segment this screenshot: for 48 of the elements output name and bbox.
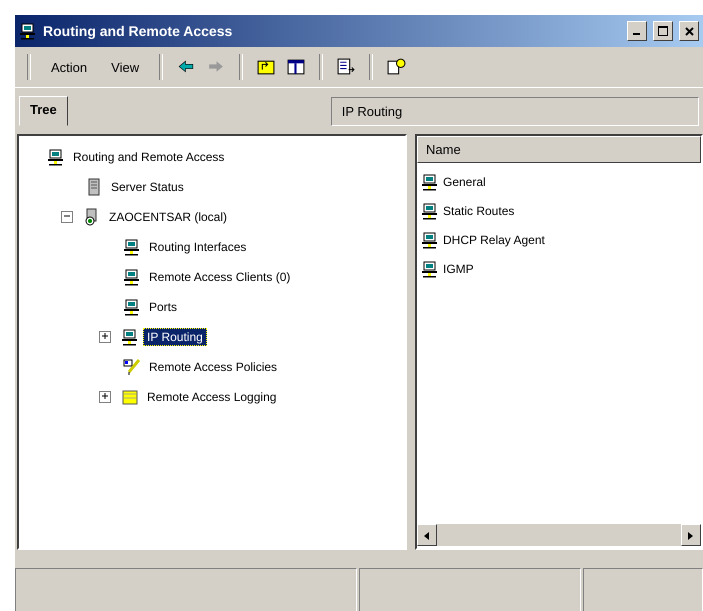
tree-item[interactable]: Remote Access Logging: [143, 388, 280, 406]
help-icon: [386, 57, 406, 77]
plus-icon: [101, 332, 109, 340]
right-arrow-icon: [688, 532, 694, 540]
computer-icon: [123, 238, 141, 256]
tree-item[interactable]: Ports: [145, 298, 182, 316]
computer-icon: [421, 202, 439, 220]
computer-icon: [123, 298, 141, 316]
scroll-right-button[interactable]: [681, 524, 701, 546]
expander-button[interactable]: [99, 331, 111, 343]
computer-icon: [47, 148, 65, 166]
computer-icon: [421, 260, 439, 278]
list-item[interactable]: General: [443, 174, 486, 188]
tree-item[interactable]: Remote Access Clients (0): [145, 268, 294, 286]
list-item[interactable]: Static Routes: [443, 204, 514, 218]
expander-button[interactable]: [61, 211, 73, 223]
scroll-left-button[interactable]: [417, 524, 437, 546]
menu-item[interactable]: Action: [41, 58, 98, 76]
computer-icon: [421, 230, 439, 248]
plus-icon: [101, 392, 109, 400]
tree-item[interactable]: Routing Interfaces: [145, 238, 250, 256]
column-header[interactable]: Name: [417, 136, 701, 163]
tab[interactable]: Tree: [19, 96, 68, 126]
app-icon: [19, 22, 37, 40]
window-title: Routing and Remote Access: [43, 23, 234, 39]
tree-item[interactable]: Server Status: [107, 178, 188, 196]
list-item[interactable]: IGMP: [443, 262, 474, 276]
left-arrow-icon: [424, 532, 430, 540]
tree-item[interactable]: Remote Access Policies: [145, 358, 282, 376]
tree-item[interactable]: IP Routing: [143, 328, 207, 346]
close-icon: [684, 26, 694, 36]
log-icon: [121, 388, 139, 406]
pane-title: IP Routing: [330, 97, 699, 126]
maximize-button[interactable]: [653, 21, 673, 41]
window-icon: [286, 57, 306, 77]
close-button[interactable]: [679, 21, 699, 41]
expander-button[interactable]: [99, 391, 111, 403]
policy-icon: [123, 358, 141, 376]
tree-item[interactable]: Routing and Remote Access: [69, 148, 228, 166]
minimize-button[interactable]: [627, 21, 647, 41]
list-icon: [336, 57, 356, 77]
computer-icon: [121, 328, 139, 346]
menu-item[interactable]: View: [101, 58, 150, 76]
computer-icon: [421, 172, 439, 190]
list-item[interactable]: DHCP Relay Agent: [443, 232, 545, 246]
maximize-icon: [658, 26, 668, 36]
computer-icon: [123, 268, 141, 286]
tree-item[interactable]: ZAOCENTSAR (local): [105, 208, 232, 226]
